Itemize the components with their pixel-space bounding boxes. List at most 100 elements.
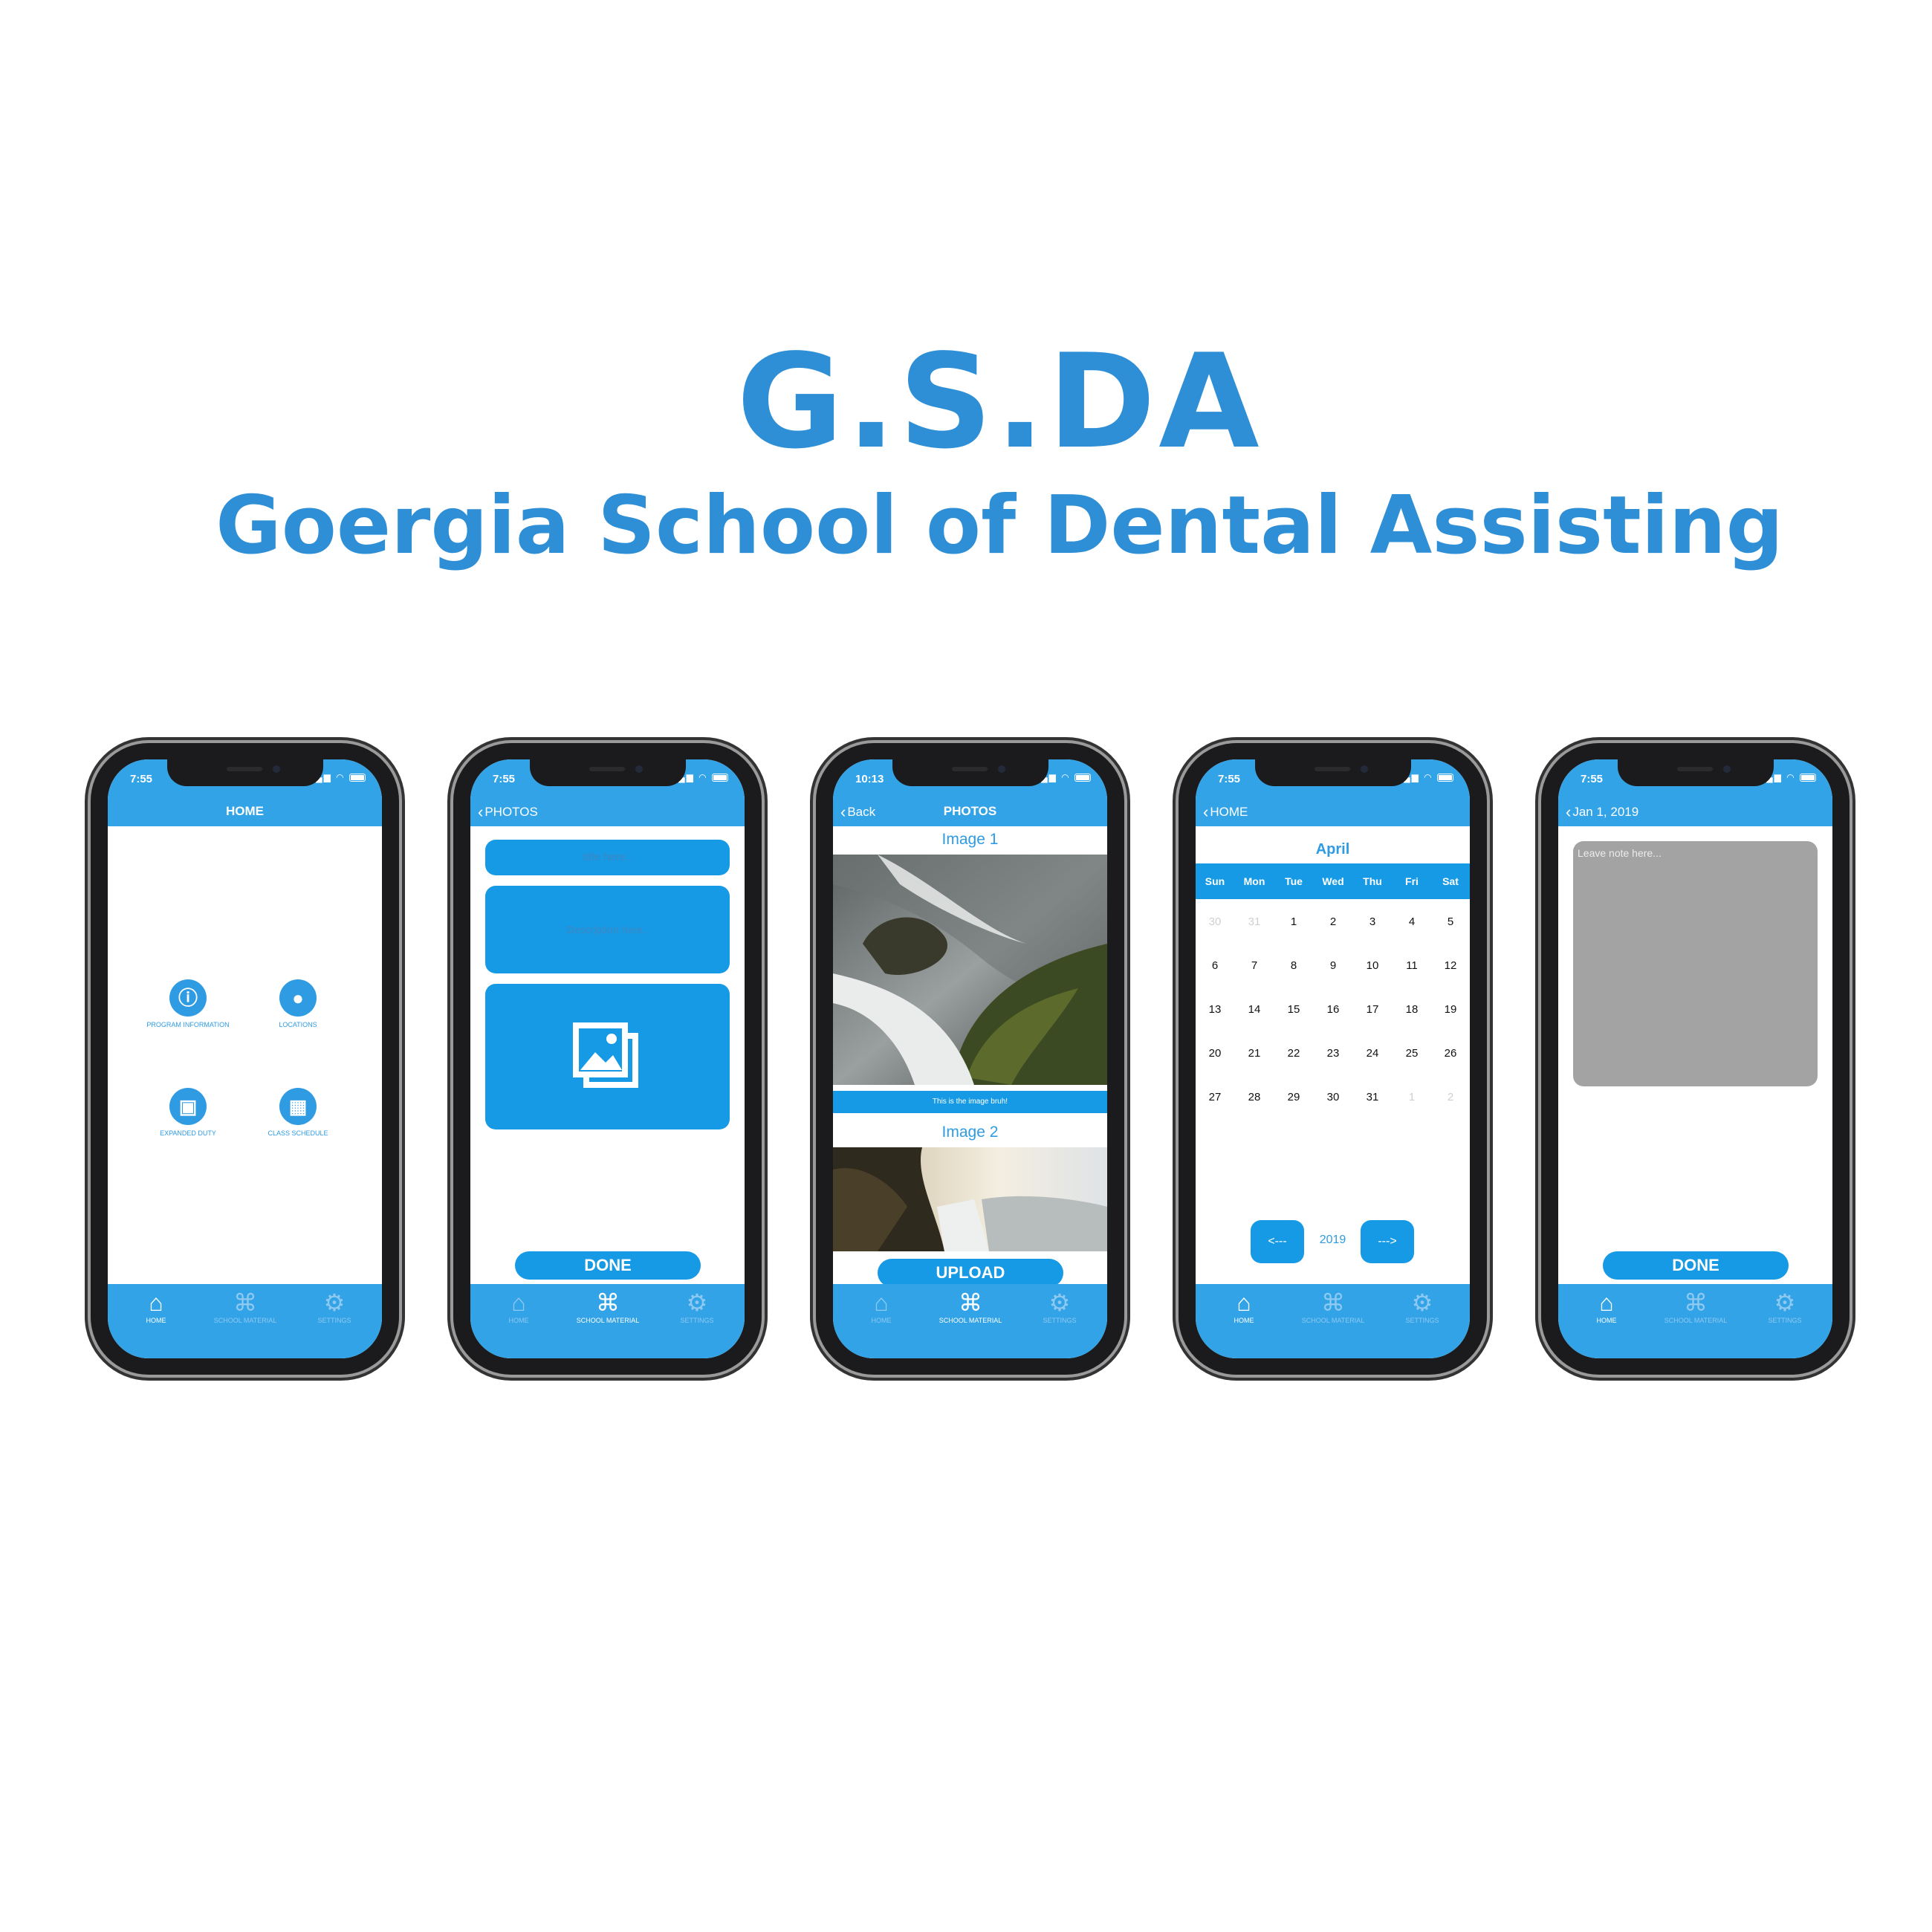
tab-school-material[interactable]: ⌘ SCHOOL MATERIAL [930, 1290, 1011, 1324]
tab-settings[interactable]: ⚙ SETTINGS [1019, 1290, 1100, 1324]
description-input[interactable]: Description here.. [485, 886, 730, 973]
weekday-label: Fri [1405, 875, 1419, 887]
page-subtitle: Goergia School of Dental Assisting [215, 479, 1783, 572]
calendar-day[interactable]: 11 [1393, 959, 1431, 972]
calendar-day[interactable]: 3 [1353, 915, 1392, 928]
tab-school-material[interactable]: ⌘ SCHOOL MATERIAL [567, 1290, 649, 1324]
notch [1618, 759, 1774, 786]
done-button[interactable]: DONE [1603, 1251, 1789, 1280]
calendar-day[interactable]: 31 [1235, 915, 1274, 928]
battery-icon [1800, 774, 1816, 782]
calendar-day[interactable]: 7 [1235, 959, 1274, 972]
back-button[interactable]: ‹ Jan 1, 2019 [1566, 803, 1638, 822]
house-icon: ⌂ [874, 1289, 889, 1316]
calendar-icon: ▦ [279, 1088, 317, 1125]
tab-settings[interactable]: ⚙ SETTINGS [656, 1290, 738, 1324]
calendar-day[interactable]: 5 [1431, 915, 1470, 928]
phone-home: 7:55 ▂▄▆ ◠ HOME ⓘ PROGRAM INFORMATION ● … [91, 743, 399, 1375]
program-information-button[interactable]: ⓘ PROGRAM INFORMATION [143, 979, 233, 1029]
locations-button[interactable]: ● LOCATIONS [253, 979, 343, 1029]
done-button[interactable]: DONE [515, 1251, 701, 1280]
nav-title: HOME [226, 804, 264, 818]
calendar-day[interactable]: 29 [1274, 1091, 1313, 1103]
calendar-year: 2019 [1319, 1234, 1346, 1246]
calendar-day[interactable]: 30 [1314, 1091, 1352, 1103]
image-1-caption: This is the image bruh! [833, 1091, 1107, 1113]
house-icon: ⌂ [1236, 1289, 1251, 1316]
calendar-day[interactable]: 9 [1314, 959, 1352, 972]
battery-icon [1074, 774, 1091, 782]
note-placeholder: Leave note here... [1578, 847, 1662, 859]
calendar-day[interactable]: 14 [1235, 1003, 1274, 1016]
calendar-day[interactable]: 13 [1196, 1003, 1234, 1016]
image-2-waterfall-photo[interactable] [833, 1147, 1107, 1251]
image-picker[interactable] [485, 984, 730, 1129]
calendar-day[interactable]: 21 [1235, 1047, 1274, 1060]
calendar-day[interactable]: 19 [1431, 1003, 1470, 1016]
calendar-day[interactable]: 26 [1431, 1047, 1470, 1060]
back-button[interactable]: ‹ PHOTOS [478, 803, 538, 822]
status-time: 7:55 [493, 773, 516, 785]
calendar-day[interactable]: 24 [1353, 1047, 1392, 1060]
tab-home[interactable]: ⌂ HOME [1566, 1290, 1647, 1324]
screen-calendar: 7:55 ▂▄▆ ◠ ‹ HOME April Sun Mon Tue Wed T… [1196, 759, 1470, 1358]
calendar-day[interactable]: 23 [1314, 1047, 1352, 1060]
calendar-month: April [1315, 841, 1350, 858]
calendar-day[interactable]: 28 [1235, 1091, 1274, 1103]
tab-bar: ⌂ HOME ⌘ SCHOOL MATERIAL ⚙ SETTINGS [108, 1284, 382, 1358]
tab-home[interactable]: ⌂ HOME [115, 1290, 197, 1324]
image-1-waterfall-photo[interactable] [833, 855, 1107, 1085]
calendar-day[interactable]: 31 [1353, 1091, 1392, 1103]
battery-icon [1437, 774, 1453, 782]
upload-button[interactable]: UPLOAD [878, 1259, 1063, 1287]
gears-icon: ⚙ [686, 1289, 708, 1316]
class-schedule-button[interactable]: ▦ CLASS SCHEDULE [253, 1088, 343, 1138]
title-input[interactable]: title here.. [485, 840, 730, 875]
phone-calendar: 7:55 ▂▄▆ ◠ ‹ HOME April Sun Mon Tue Wed T… [1179, 743, 1487, 1375]
tab-bar: ⌂ HOME ⌘ SCHOOL MATERIAL ⚙ SETTINGS [470, 1284, 745, 1358]
calendar-day[interactable]: 20 [1196, 1047, 1234, 1060]
calendar-day[interactable]: 16 [1314, 1003, 1352, 1016]
screen-add-photo: 7:55 ▂▄▆ ◠ ‹ PHOTOS title here.. Descript… [470, 759, 745, 1358]
tab-settings[interactable]: ⚙ SETTINGS [1744, 1290, 1826, 1324]
calendar-day[interactable]: 17 [1353, 1003, 1392, 1016]
calendar-day[interactable]: 6 [1196, 959, 1234, 972]
weekday-label: Sat [1442, 875, 1459, 887]
note-textarea[interactable]: Leave note here... [1573, 841, 1818, 1086]
calendar-day[interactable]: 18 [1393, 1003, 1431, 1016]
notch [892, 759, 1048, 786]
info-icon: ⓘ [169, 979, 207, 1017]
calendar-day[interactable]: 1 [1274, 915, 1313, 928]
calendar-day[interactable]: 2 [1431, 1091, 1470, 1103]
nav-title: PHOTOS [943, 804, 997, 818]
tab-school-material[interactable]: ⌘ SCHOOL MATERIAL [204, 1290, 286, 1324]
tab-settings[interactable]: ⚙ SETTINGS [294, 1290, 375, 1324]
calendar-day[interactable]: 15 [1274, 1003, 1313, 1016]
calendar-day[interactable]: 25 [1393, 1047, 1431, 1060]
tab-home[interactable]: ⌂ HOME [478, 1290, 560, 1324]
notch [530, 759, 686, 786]
tab-school-material[interactable]: ⌘ SCHOOL MATERIAL [1655, 1290, 1737, 1324]
calendar-day[interactable]: 8 [1274, 959, 1313, 972]
tab-school-material[interactable]: ⌘ SCHOOL MATERIAL [1292, 1290, 1374, 1324]
calendar-day[interactable]: 22 [1274, 1047, 1313, 1060]
calendar-day[interactable]: 1 [1393, 1091, 1431, 1103]
tab-settings[interactable]: ⚙ SETTINGS [1381, 1290, 1463, 1324]
back-button[interactable]: ‹ HOME [1203, 803, 1248, 822]
expanded-duty-button[interactable]: ▣ EXPANDED DUTY [143, 1088, 233, 1138]
calendar-day[interactable]: 4 [1393, 915, 1431, 928]
chevron-left-icon: ‹ [1203, 803, 1209, 821]
calendar-day[interactable]: 30 [1196, 915, 1234, 928]
screen-home: 7:55 ▂▄▆ ◠ HOME ⓘ PROGRAM INFORMATION ● … [108, 759, 382, 1358]
image-1-title: Image 1 [941, 831, 999, 848]
tab-home[interactable]: ⌂ HOME [1203, 1290, 1285, 1324]
calendar-day[interactable]: 10 [1353, 959, 1392, 972]
tab-home[interactable]: ⌂ HOME [840, 1290, 922, 1324]
next-year-button[interactable]: ---> [1361, 1220, 1414, 1263]
gears-icon: ⚙ [1048, 1289, 1071, 1316]
calendar-day[interactable]: 12 [1431, 959, 1470, 972]
calendar-day[interactable]: 2 [1314, 915, 1352, 928]
page-title: G.S.DA [736, 327, 1262, 478]
photo-gallery-icon [573, 1022, 638, 1088]
calendar-day[interactable]: 27 [1196, 1091, 1234, 1103]
